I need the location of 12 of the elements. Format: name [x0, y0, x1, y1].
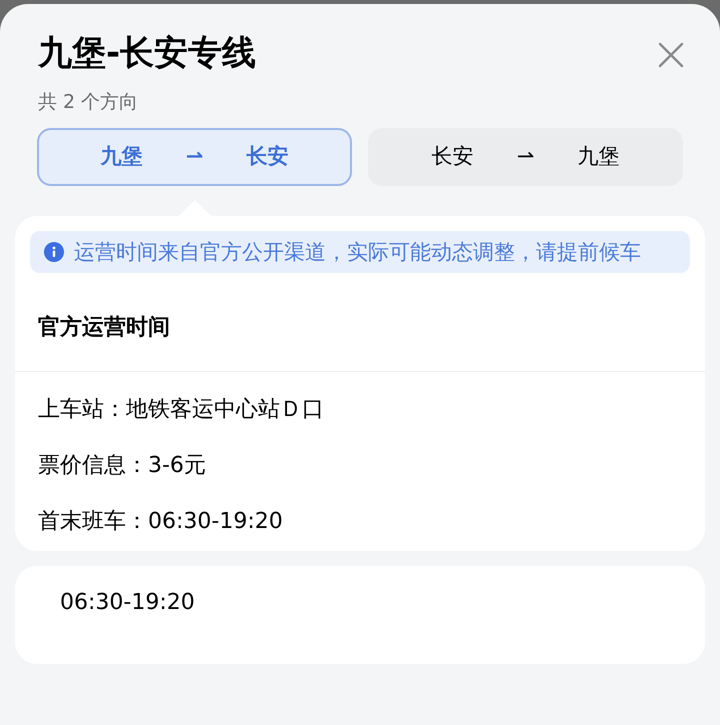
detail-text: 上车站：地铁客运中心站Ｄ口 [38, 396, 325, 424]
direction-tab[interactable]: 九堡 ⇀ 长安 [37, 128, 352, 186]
info-icon [44, 242, 64, 262]
notice-text: 运营时间来自官方公开渠道，实际可能动态调整，请提前候车 [74, 239, 641, 265]
direction-tab[interactable]: 长安 ⇀ 九堡 [368, 128, 683, 186]
close-button[interactable] [656, 40, 686, 70]
route-title: 九堡-长安专线 [38, 32, 256, 75]
section-title: 官方运营时间 [37, 314, 171, 342]
detail-text: 首末班车：06:30-19:20 [38, 508, 284, 536]
direction-count: 共 2 个方向 [38, 90, 140, 114]
schedule-time: 06:30-19:20 [60, 590, 195, 615]
detail-text: 票价信息：3-6元 [38, 452, 207, 480]
